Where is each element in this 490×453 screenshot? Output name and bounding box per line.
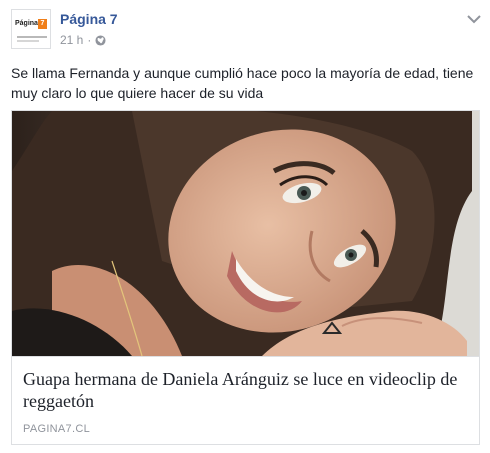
link-preview-image[interactable] [12,111,479,356]
avatar-logo-badge: 7 [38,19,47,29]
avatar-logo-text: Página [15,20,38,27]
page-avatar[interactable]: Página 7 [11,9,51,49]
page-name-link[interactable]: Página 7 [60,11,118,27]
meta-separator: · [87,33,92,47]
link-preview-body[interactable]: Guapa hermana de Daniela Aránguiz se luc… [12,356,479,444]
post-message: Se llama Fernanda y aunque cumplió hace … [11,65,474,101]
post-meta: 21 h · [60,33,106,47]
facebook-post: Página 7 Página 7 21 h · Se llama Fernan… [0,0,490,453]
link-preview-title[interactable]: Guapa hermana de Daniela Aránguiz se luc… [23,368,463,412]
chevron-down-icon[interactable] [466,12,482,26]
post-timestamp[interactable]: 21 h [60,33,83,47]
portrait-photo [12,111,479,356]
avatar-logo-line [17,36,47,38]
globe-icon[interactable] [95,34,106,46]
link-preview-domain: PAGINA7.CL [23,423,90,435]
avatar-logo-line [17,40,39,42]
link-preview-card[interactable]: Guapa hermana de Daniela Aránguiz se luc… [11,110,480,445]
